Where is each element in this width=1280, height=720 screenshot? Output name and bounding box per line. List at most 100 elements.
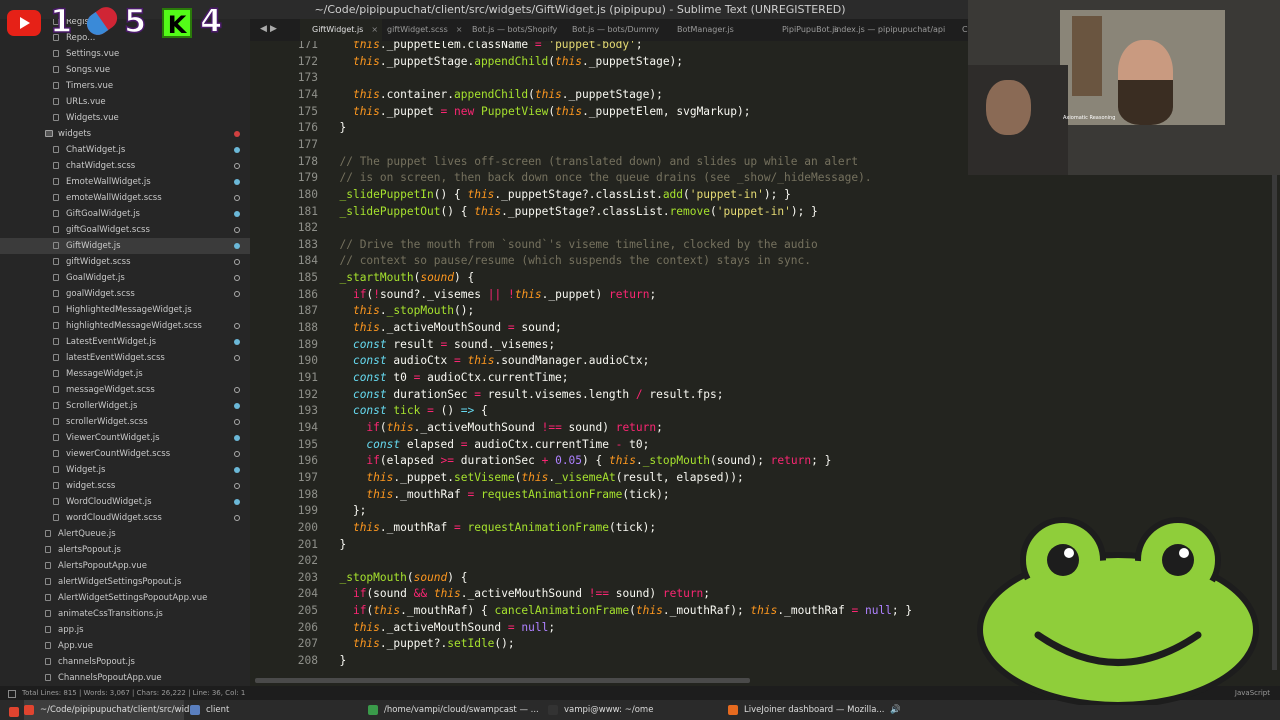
panel-toggle-icon[interactable] bbox=[8, 690, 16, 698]
sidebar-file[interactable]: Songs.vue bbox=[0, 62, 250, 78]
code-line[interactable]: this._activeMouthSound = sound; bbox=[326, 320, 562, 337]
code-line[interactable]: _startMouth(sound) { bbox=[326, 270, 474, 287]
sidebar-file[interactable]: AlertQueue.js bbox=[0, 526, 250, 542]
editor-tab[interactable]: Ch bbox=[950, 19, 968, 41]
code-line[interactable]: this._puppetElem.className = 'puppet-bod… bbox=[326, 41, 643, 54]
tab-scroll-left-icon[interactable]: ◀ bbox=[260, 24, 267, 34]
tab-scroll-right-icon[interactable]: ▶ bbox=[270, 24, 277, 34]
taskbar-window[interactable]: /home/vampi/cloud/swampcast — ... bbox=[368, 700, 540, 720]
code-line[interactable]: this._mouthRaf = requestAnimationFrame(t… bbox=[326, 487, 669, 504]
sidebar-file[interactable]: viewerCountWidget.scss bbox=[0, 446, 250, 462]
sidebar-file[interactable]: GiftWidget.js bbox=[0, 238, 250, 254]
sidebar-file[interactable]: ChannelsPopoutApp.vue bbox=[0, 670, 250, 686]
code-line[interactable]: this._puppet.setViseme(this._visemeAt(re… bbox=[326, 470, 743, 487]
sidebar-file[interactable]: alertWidgetSettingsPopout.js bbox=[0, 574, 250, 590]
tab-label: BotManager.js bbox=[677, 25, 734, 34]
sidebar-file[interactable]: chatWidget.scss bbox=[0, 158, 250, 174]
sidebar-item-label: MessageWidget.js bbox=[66, 369, 143, 379]
line-number: 194 bbox=[297, 420, 318, 434]
code-line[interactable]: }; bbox=[326, 503, 366, 520]
editor-tab[interactable]: giftWidget.scss × bbox=[375, 19, 467, 41]
code-line[interactable]: if(!sound?._visemes || !this._puppet) re… bbox=[326, 287, 656, 304]
code-line[interactable]: this.container.appendChild(this._puppetS… bbox=[326, 87, 663, 104]
taskbar-window[interactable]: client bbox=[190, 700, 360, 720]
sidebar-file[interactable]: giftGoalWidget.scss bbox=[0, 222, 250, 238]
taskbar-window[interactable]: LiveJoiner dashboard — Mozilla... bbox=[728, 700, 888, 720]
sidebar-file[interactable]: LatestEventWidget.js bbox=[0, 334, 250, 350]
sidebar-file[interactable]: channelsPopout.js bbox=[0, 654, 250, 670]
sidebar-file[interactable]: MessageWidget.js bbox=[0, 366, 250, 382]
sidebar-file[interactable]: WordCloudWidget.js bbox=[0, 494, 250, 510]
code-line[interactable]: this._puppetStage.appendChild(this._pupp… bbox=[326, 54, 683, 71]
code-line[interactable]: const audioCtx = this.soundManager.audio… bbox=[326, 353, 649, 370]
sidebar-file[interactable]: wordCloudWidget.scss bbox=[0, 510, 250, 526]
sidebar-item-label: latestEventWidget.scss bbox=[66, 353, 165, 363]
sidebar-file[interactable]: messageWidget.scss bbox=[0, 382, 250, 398]
code-line[interactable]: this._stopMouth(); bbox=[326, 303, 474, 320]
code-line[interactable]: _stopMouth(sound) { bbox=[326, 570, 467, 587]
editor-tab[interactable]: Bot.js — bots/Dummy bbox=[560, 19, 672, 41]
sidebar-file[interactable]: widget.scss bbox=[0, 478, 250, 494]
editor-tab[interactable]: index.js — pipipupuchat/api bbox=[822, 19, 959, 41]
code-line[interactable]: } bbox=[326, 120, 346, 137]
code-line[interactable]: if(this._activeMouthSound !== sound) ret… bbox=[326, 420, 662, 437]
code-line[interactable]: // is on screen, then back down once the… bbox=[326, 170, 871, 187]
code-line[interactable]: const tick = () => { bbox=[326, 403, 488, 420]
horizontal-scrollbar[interactable] bbox=[255, 678, 750, 683]
sidebar-file[interactable]: goalWidget.scss bbox=[0, 286, 250, 302]
sidebar-folder[interactable]: widgets bbox=[0, 126, 250, 142]
line-number: 188 bbox=[297, 321, 318, 335]
sidebar-file[interactable]: Widgets.vue bbox=[0, 110, 250, 126]
code-line[interactable]: if(this._mouthRaf) { cancelAnimationFram… bbox=[326, 603, 912, 620]
code-line[interactable]: this._mouthRaf = requestAnimationFrame(t… bbox=[326, 520, 656, 537]
sidebar-file[interactable]: HighlightedMessageWidget.js bbox=[0, 302, 250, 318]
sidebar-file[interactable]: giftWidget.scss bbox=[0, 254, 250, 270]
code-line[interactable]: const elapsed = audioCtx.currentTime - t… bbox=[326, 437, 649, 454]
code-line[interactable]: if(elapsed >= durationSec + 0.05) { this… bbox=[326, 453, 831, 470]
sidebar-file[interactable]: highlightedMessageWidget.scss bbox=[0, 318, 250, 334]
code-line[interactable]: const result = sound._visemes; bbox=[326, 337, 555, 354]
code-line[interactable]: this._puppet?.setIdle(); bbox=[326, 636, 515, 653]
editor-tab[interactable]: GiftWidget.js × bbox=[300, 19, 382, 41]
code-line[interactable]: // context so pause/resume (which suspen… bbox=[326, 253, 810, 270]
taskbar-window[interactable]: ~/Code/pipipupuchat/client/src/wid... bbox=[24, 700, 197, 720]
sidebar-file[interactable]: GiftGoalWidget.js bbox=[0, 206, 250, 222]
code-line[interactable]: this._activeMouthSound = null; bbox=[326, 620, 555, 637]
sidebar-file[interactable]: latestEventWidget.scss bbox=[0, 350, 250, 366]
code-line[interactable]: // The puppet lives off-screen (translat… bbox=[326, 154, 858, 171]
sidebar-file[interactable]: emoteWallWidget.scss bbox=[0, 190, 250, 206]
code-line[interactable]: _slidePuppetIn() { this._puppetStage?.cl… bbox=[326, 187, 790, 204]
sidebar-file[interactable]: alertsPopout.js bbox=[0, 542, 250, 558]
code-line[interactable]: } bbox=[326, 653, 346, 670]
volume-icon[interactable]: 🔊 bbox=[890, 700, 906, 720]
sidebar-file[interactable]: scrollerWidget.scss bbox=[0, 414, 250, 430]
code-line[interactable]: this._puppet = new PuppetView(this._pupp… bbox=[326, 104, 751, 121]
editor-tab[interactable]: BotManager.js bbox=[665, 19, 777, 41]
sidebar-file[interactable]: app.js bbox=[0, 622, 250, 638]
code-line[interactable]: const durationSec = result.visemes.lengt… bbox=[326, 387, 724, 404]
code-line[interactable]: const t0 = audioCtx.currentTime; bbox=[326, 370, 569, 387]
sidebar-file[interactable]: ViewerCountWidget.js bbox=[0, 430, 250, 446]
sidebar-file[interactable]: ChatWidget.js bbox=[0, 142, 250, 158]
sidebar-file[interactable]: AlertsPopoutApp.vue bbox=[0, 558, 250, 574]
sidebar-file[interactable]: animateCssTransitions.js bbox=[0, 606, 250, 622]
code-line[interactable]: } bbox=[326, 537, 346, 554]
sidebar-file[interactable]: Widget.js bbox=[0, 462, 250, 478]
code-line[interactable]: _slidePuppetOut() { this._puppetStage?.c… bbox=[326, 204, 817, 221]
editor-tab[interactable]: PipiPupuBot.js bbox=[770, 19, 839, 41]
sidebar-file[interactable]: AlertWidgetSettingsPopoutApp.vue bbox=[0, 590, 250, 606]
sidebar-file[interactable]: EmoteWallWidget.js bbox=[0, 174, 250, 190]
file-icon bbox=[53, 434, 60, 442]
editor-tab[interactable]: Bot.js — bots/Shopify bbox=[460, 19, 567, 41]
vertical-scrollbar[interactable] bbox=[1272, 170, 1277, 670]
sublime-launcher-icon[interactable] bbox=[6, 700, 22, 720]
sidebar-file[interactable]: ScrollerWidget.js bbox=[0, 398, 250, 414]
sidebar-file[interactable]: Settings.vue bbox=[0, 46, 250, 62]
sidebar-file[interactable]: App.vue bbox=[0, 638, 250, 654]
code-line[interactable]: // Drive the mouth from `sound`'s viseme… bbox=[326, 237, 817, 254]
code-line[interactable]: if(sound && this._activeMouthSound !== s… bbox=[326, 586, 710, 603]
sidebar-file[interactable]: GoalWidget.js bbox=[0, 270, 250, 286]
sidebar-file[interactable]: Timers.vue bbox=[0, 78, 250, 94]
sidebar-file[interactable]: URLs.vue bbox=[0, 94, 250, 110]
taskbar-window[interactable]: vampi@www: ~/ome bbox=[548, 700, 720, 720]
